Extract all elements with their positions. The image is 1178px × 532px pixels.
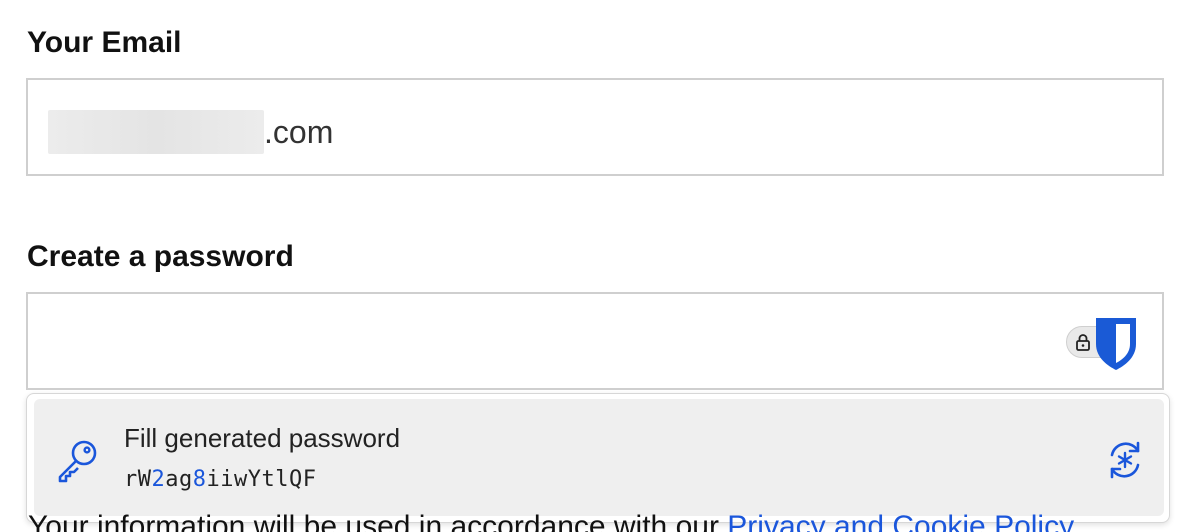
password-part-number: 8	[192, 467, 207, 492]
privacy-notice-text: Your information will be used in accorda…	[28, 510, 728, 532]
email-label: Your Email	[27, 26, 182, 59]
lock-icon	[1076, 334, 1090, 351]
email-value: .com	[48, 110, 333, 154]
redacted-email-part	[48, 110, 264, 154]
key-icon	[58, 440, 97, 483]
password-part: ag	[165, 467, 193, 492]
password-manager-badges	[1066, 316, 1146, 370]
generated-password: rW2ag8iiwYtlQF	[124, 469, 316, 491]
password-part: iiwYtlQF	[206, 467, 317, 492]
autofill-dropdown: Fill generated password rW2ag8iiwYtlQF	[26, 393, 1170, 523]
privacy-policy-link[interactable]: Privacy and Cookie Policy	[727, 510, 1074, 532]
email-suffix: .com	[264, 114, 334, 150]
fill-generated-password-title: Fill generated password	[124, 423, 401, 453]
bitwarden-shield-icon[interactable]	[1092, 316, 1140, 372]
password-part: rW	[124, 467, 152, 492]
privacy-notice: Your information will be used in accorda…	[28, 510, 1074, 532]
password-field[interactable]	[26, 292, 1164, 390]
regenerate-password-icon[interactable]	[1104, 439, 1146, 481]
email-field[interactable]: .com	[26, 78, 1164, 176]
password-label: Create a password	[27, 240, 294, 273]
signup-form: Your Email .com Create a password Fill g…	[0, 0, 1178, 532]
password-part-number: 2	[151, 467, 166, 492]
fill-generated-password-item[interactable]: Fill generated password rW2ag8iiwYtlQF	[34, 399, 1164, 516]
